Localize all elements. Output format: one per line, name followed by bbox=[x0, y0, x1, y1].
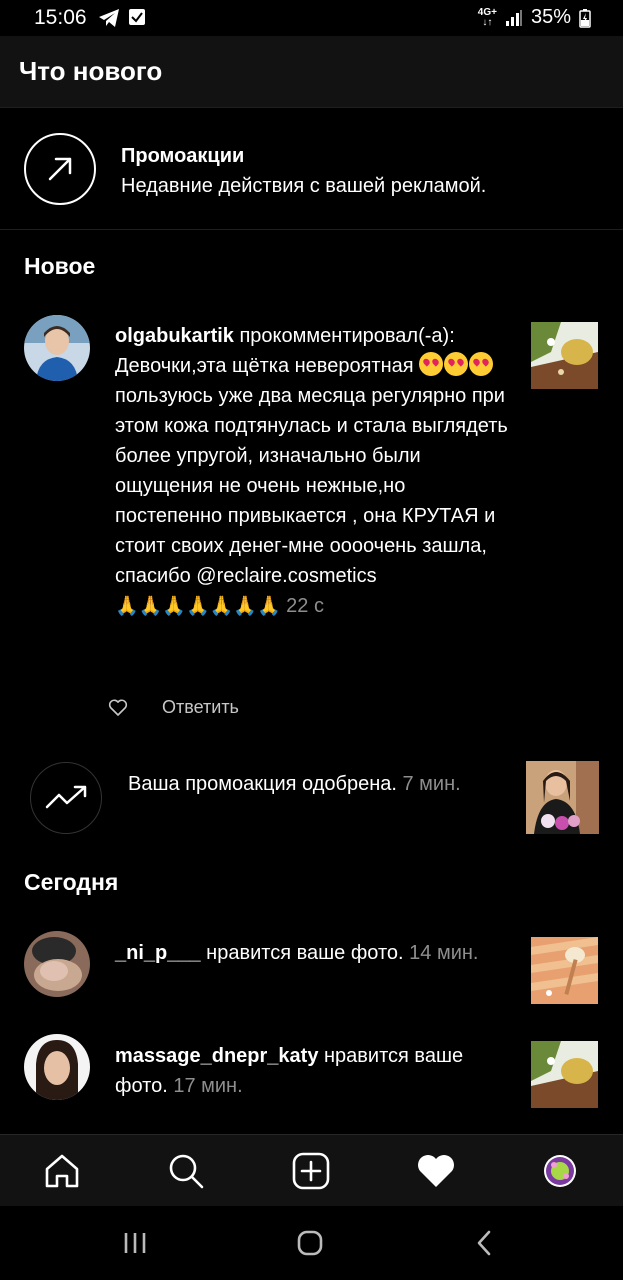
promo-approved-text[interactable]: Ваша промоакция одобрена. 7 мин. bbox=[128, 770, 478, 798]
home-button-icon[interactable] bbox=[295, 1228, 325, 1258]
search-icon[interactable] bbox=[164, 1149, 208, 1193]
arrow-up-right-icon bbox=[48, 157, 72, 181]
like-notification-text[interactable]: _ni_p___ нравится ваше фото. 14 мин. bbox=[115, 938, 510, 968]
bottom-navigation bbox=[0, 1134, 623, 1206]
status-bar: 15:06 4G+ ↓↑ 35% bbox=[0, 0, 623, 36]
post-thumbnail[interactable] bbox=[531, 322, 598, 389]
back-icon[interactable] bbox=[470, 1228, 500, 1258]
heart-eyes-emoji bbox=[469, 352, 494, 376]
promo-thumbnail-image bbox=[526, 761, 599, 834]
avatar[interactable] bbox=[24, 1034, 90, 1100]
recent-apps-icon[interactable] bbox=[120, 1228, 150, 1258]
section-title-new: Новое bbox=[24, 253, 96, 279]
profile-avatar-icon[interactable] bbox=[538, 1149, 582, 1193]
signal-icon bbox=[505, 9, 522, 26]
section-title-today: Сегодня bbox=[24, 869, 119, 895]
battery-percent: 35% bbox=[530, 6, 571, 28]
comment-time: 22 с bbox=[286, 595, 324, 617]
post-thumbnail-image bbox=[531, 1041, 598, 1108]
approved-icon-circle bbox=[30, 762, 102, 834]
promo-title: Промоакции bbox=[121, 145, 245, 167]
promotions-row[interactable]: Промоакции Недавние действия с вашей рек… bbox=[0, 108, 623, 230]
checkbox-notification-icon bbox=[129, 9, 145, 25]
avatar-image bbox=[24, 315, 90, 381]
heart-eyes-emoji bbox=[419, 352, 444, 376]
network-type: 4G+ ↓↑ bbox=[477, 6, 497, 28]
username[interactable]: olgabukartik bbox=[115, 325, 234, 347]
avatar[interactable] bbox=[24, 931, 90, 997]
post-thumbnail[interactable] bbox=[531, 1041, 598, 1108]
username[interactable]: _ni_p___ bbox=[115, 942, 201, 964]
header: Что нового bbox=[0, 36, 623, 108]
promo-icon-circle bbox=[24, 133, 96, 205]
avatar-image bbox=[24, 1034, 90, 1100]
heart-eyes-emoji bbox=[444, 352, 469, 376]
pray-emojis: 🙏🙏🙏🙏🙏🙏🙏 bbox=[115, 596, 281, 617]
promo-thumbnail[interactable] bbox=[526, 761, 599, 834]
heart-outline-icon[interactable] bbox=[108, 698, 128, 717]
system-navigation-bar bbox=[0, 1206, 623, 1280]
add-post-icon[interactable] bbox=[289, 1149, 333, 1193]
like-notification-text[interactable]: massage_dnepr_katy нравится ваше фото. 1… bbox=[115, 1041, 510, 1101]
post-thumbnail-image bbox=[531, 937, 598, 1004]
reply-button[interactable]: Ответить bbox=[162, 697, 239, 718]
battery-charging-icon bbox=[579, 8, 591, 28]
home-icon[interactable] bbox=[40, 1149, 84, 1193]
telegram-icon bbox=[99, 9, 119, 27]
username[interactable]: massage_dnepr_katy bbox=[115, 1045, 318, 1067]
comment-notification-text[interactable]: olgabukartik прокомментировал(-а): Девоч… bbox=[115, 321, 510, 622]
page-title: Что нового bbox=[19, 56, 163, 86]
post-thumbnail-image bbox=[531, 322, 598, 389]
post-thumbnail[interactable] bbox=[531, 937, 598, 1004]
avatar[interactable] bbox=[24, 315, 90, 381]
trending-up-icon bbox=[45, 785, 87, 809]
status-time: 15:06 bbox=[34, 6, 87, 29]
avatar-image bbox=[24, 931, 90, 997]
promo-subtitle: Недавние действия с вашей рекламой. bbox=[121, 175, 487, 197]
activity-heart-icon[interactable] bbox=[414, 1149, 458, 1193]
